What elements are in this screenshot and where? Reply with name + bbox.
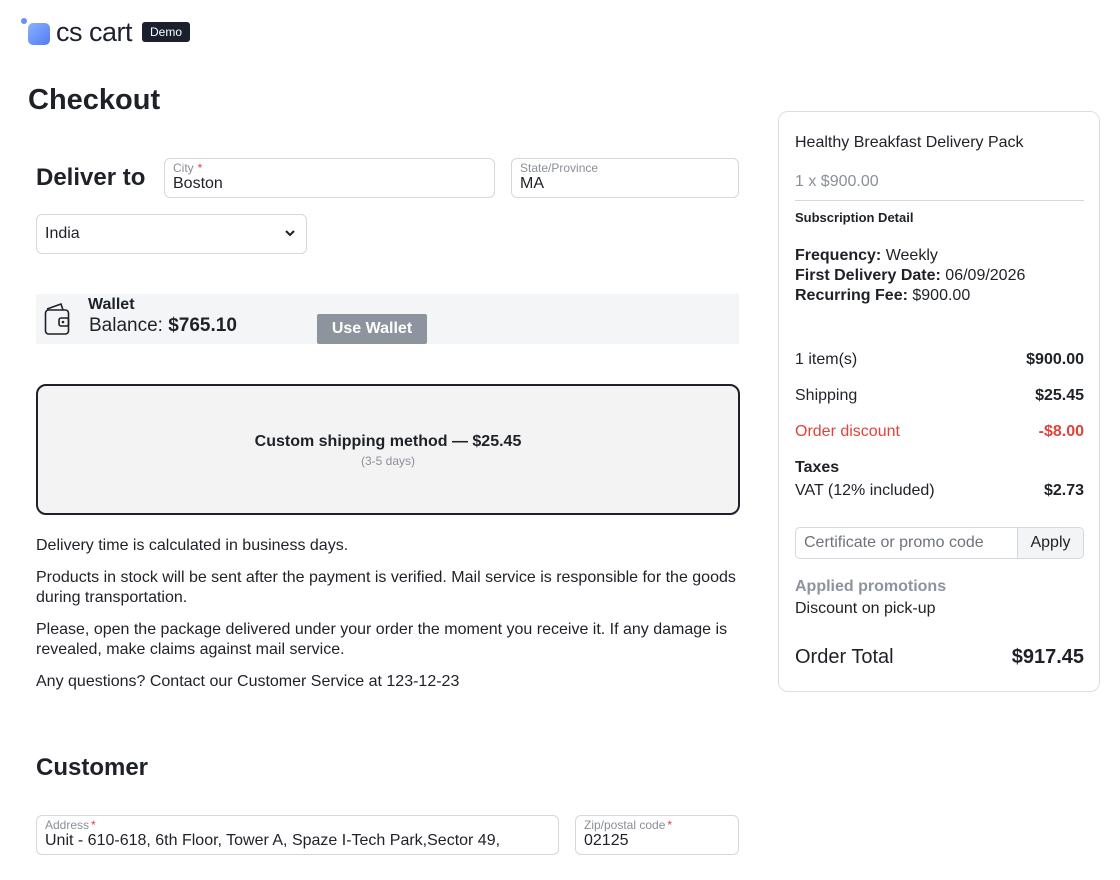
promo-code-form: Certificate or promo code Apply: [795, 527, 1084, 559]
wallet-title: Wallet: [88, 296, 135, 313]
items-label: 1 item(s): [795, 351, 858, 368]
demo-badge: Demo: [142, 22, 191, 42]
product-quantity: 1 x $900.00: [795, 173, 879, 190]
order-total-value: $917.45: [1011, 646, 1084, 668]
apply-promo-button[interactable]: Apply: [1017, 528, 1083, 558]
order-total-label: Order Total: [795, 646, 894, 668]
wallet-balance-value: $765.10: [168, 315, 237, 336]
order-summary: Healthy Breakfast Delivery Pack 1 x $900…: [778, 111, 1100, 692]
state-field[interactable]: State/Province MA: [511, 158, 739, 198]
address-field[interactable]: Address * Unit - 610-618, 6th Floor, Towe…: [36, 815, 559, 855]
address-input[interactable]: Unit - 610-618, 6th Floor, Tower A, Spaz…: [45, 832, 500, 850]
page-title: Checkout: [28, 84, 161, 116]
info-package: Please, open the package delivered under…: [36, 621, 728, 658]
info-stock: Products in stock will be sent after the…: [36, 569, 736, 606]
required-marker: *: [91, 818, 96, 832]
zip-field[interactable]: Zip/postal code * 02125: [575, 815, 739, 855]
country-select[interactable]: India: [36, 214, 307, 254]
order-total-row: Order Total $917.45: [795, 646, 1084, 669]
vat-row: VAT (12% included) $2.73: [795, 482, 1084, 500]
country-selected-value: India: [45, 225, 80, 242]
shipping-value: $25.45: [1035, 387, 1084, 404]
customer-heading: Customer: [36, 754, 149, 781]
use-wallet-button[interactable]: Use Wallet: [317, 314, 427, 344]
promo-code-input[interactable]: Certificate or promo code: [796, 528, 1017, 558]
shipping-method-name: Custom shipping method — $25.45: [254, 433, 522, 450]
wallet-panel: Wallet Balance: $765.10 Use Wallet: [36, 294, 739, 344]
chevron-down-icon: [284, 227, 296, 242]
shipping-label: Shipping: [795, 387, 858, 404]
shipping-method-days: (3-5 days): [360, 454, 416, 468]
state-input[interactable]: MA: [520, 175, 544, 193]
city-label: City *: [173, 161, 203, 175]
wallet-balance: Balance: $765.10: [89, 315, 237, 336]
brand-logo[interactable]: cs cart Demo: [20, 16, 191, 48]
address-label: Address *: [45, 818, 96, 832]
items-value: $900.00: [1026, 351, 1084, 368]
wallet-icon: [44, 302, 70, 336]
applied-promotions-heading: Applied promotions: [795, 578, 947, 595]
applied-promotion-item: Discount on pick-up: [795, 600, 936, 617]
vat-label: VAT (12% included): [795, 482, 935, 499]
zip-label: Zip/postal code *: [584, 818, 673, 832]
vat-value: $2.73: [1043, 482, 1084, 499]
city-input[interactable]: Boston: [173, 175, 223, 193]
city-field[interactable]: City * Boston: [164, 158, 495, 198]
subscription-heading: Subscription Detail: [795, 210, 914, 225]
subscription-frequency: Frequency: Weekly: [795, 247, 938, 264]
deliver-to-heading: Deliver to: [36, 164, 146, 191]
required-marker: *: [197, 161, 203, 175]
info-contact: Any questions? Contact our Customer Serv…: [36, 673, 460, 690]
taxes-heading: Taxes: [795, 459, 840, 476]
discount-value: -$8.00: [1038, 423, 1084, 440]
state-label: State/Province: [520, 161, 599, 175]
items-row: 1 item(s) $900.00: [795, 351, 1084, 369]
discount-row: Order discount -$8.00: [795, 423, 1084, 441]
cs-cart-logo-icon: [20, 17, 50, 47]
shipping-row: Shipping $25.45: [795, 387, 1084, 405]
logo-text: cs cart: [56, 16, 133, 47]
zip-input[interactable]: 02125: [584, 832, 629, 850]
required-marker: *: [667, 818, 673, 832]
product-name[interactable]: Healthy Breakfast Delivery Pack: [795, 133, 1025, 153]
info-delivery-time: Delivery time is calculated in business …: [36, 537, 349, 554]
subscription-recurring-fee: Recurring Fee: $900.00: [795, 287, 971, 304]
shipping-method-option[interactable]: Custom shipping method — $25.45 (3-5 day…: [36, 384, 740, 515]
discount-label: Order discount: [795, 423, 900, 440]
subscription-first-delivery: First Delivery Date: 06/09/2026: [795, 267, 1026, 284]
divider: [795, 200, 1084, 201]
